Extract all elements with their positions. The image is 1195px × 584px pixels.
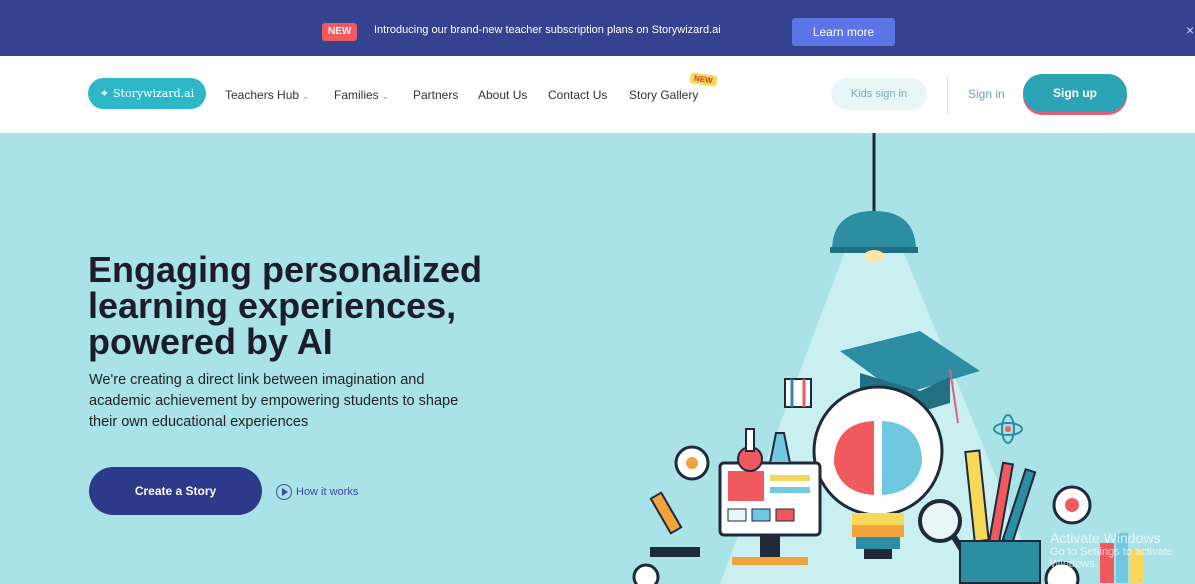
new-badge: NEW [322, 23, 358, 41]
hero-subtitle: We're creating a direct link between ima… [89, 372, 459, 430]
sign-up-button[interactable]: Sign up [1023, 74, 1127, 112]
create-story-button[interactable]: Create a Story [89, 467, 262, 515]
hero-illustration [632, 133, 1144, 584]
story-gallery-new-badge: NEW [689, 72, 718, 87]
sign-in-link[interactable]: Sign in [968, 87, 1005, 101]
announcement-bar: NEW Introducing our brand-new teacher su… [0, 0, 1195, 56]
chevron-down-icon: ⌄ [381, 91, 390, 101]
nav-teachers-hub[interactable]: Teachers Hub ⌄ [225, 88, 310, 102]
announcement-message: Introducing our brand-new teacher subscr… [374, 24, 721, 36]
nav-families[interactable]: Families ⌄ [334, 88, 389, 102]
nav-partners[interactable]: Partners [413, 88, 458, 102]
hero-title: Engaging personalized learning experienc… [88, 249, 483, 362]
nav-story-gallery[interactable]: Story Gallery [629, 88, 698, 102]
learn-more-button[interactable]: Learn more [792, 18, 895, 46]
logo[interactable]: ✦ Storywizard.ai [88, 78, 206, 109]
watermark-line2: Go to Settings to activate Windows. [1050, 546, 1173, 570]
watermark-line1: Activate Windows [1050, 530, 1161, 546]
logo-text: Storywizard.ai [113, 87, 195, 100]
nav-about-us[interactable]: About Us [478, 88, 527, 102]
close-icon[interactable]: × [1186, 22, 1194, 38]
windows-activation-watermark: Activate Windows Go to Settings to activ… [1050, 530, 1195, 570]
magic-wand-icon: ✦ [99, 87, 109, 100]
kids-sign-in-button[interactable]: Kids sign in [831, 78, 927, 110]
nav-contact-us[interactable]: Contact Us [548, 88, 607, 102]
how-it-works-link[interactable]: How it works [276, 484, 358, 500]
navbar: ✦ Storywizard.ai Teachers Hub ⌄ Families ⌄ … [0, 56, 1195, 133]
nav-divider [947, 76, 948, 114]
play-circle-icon [276, 484, 292, 500]
chevron-down-icon: ⌄ [302, 91, 310, 101]
